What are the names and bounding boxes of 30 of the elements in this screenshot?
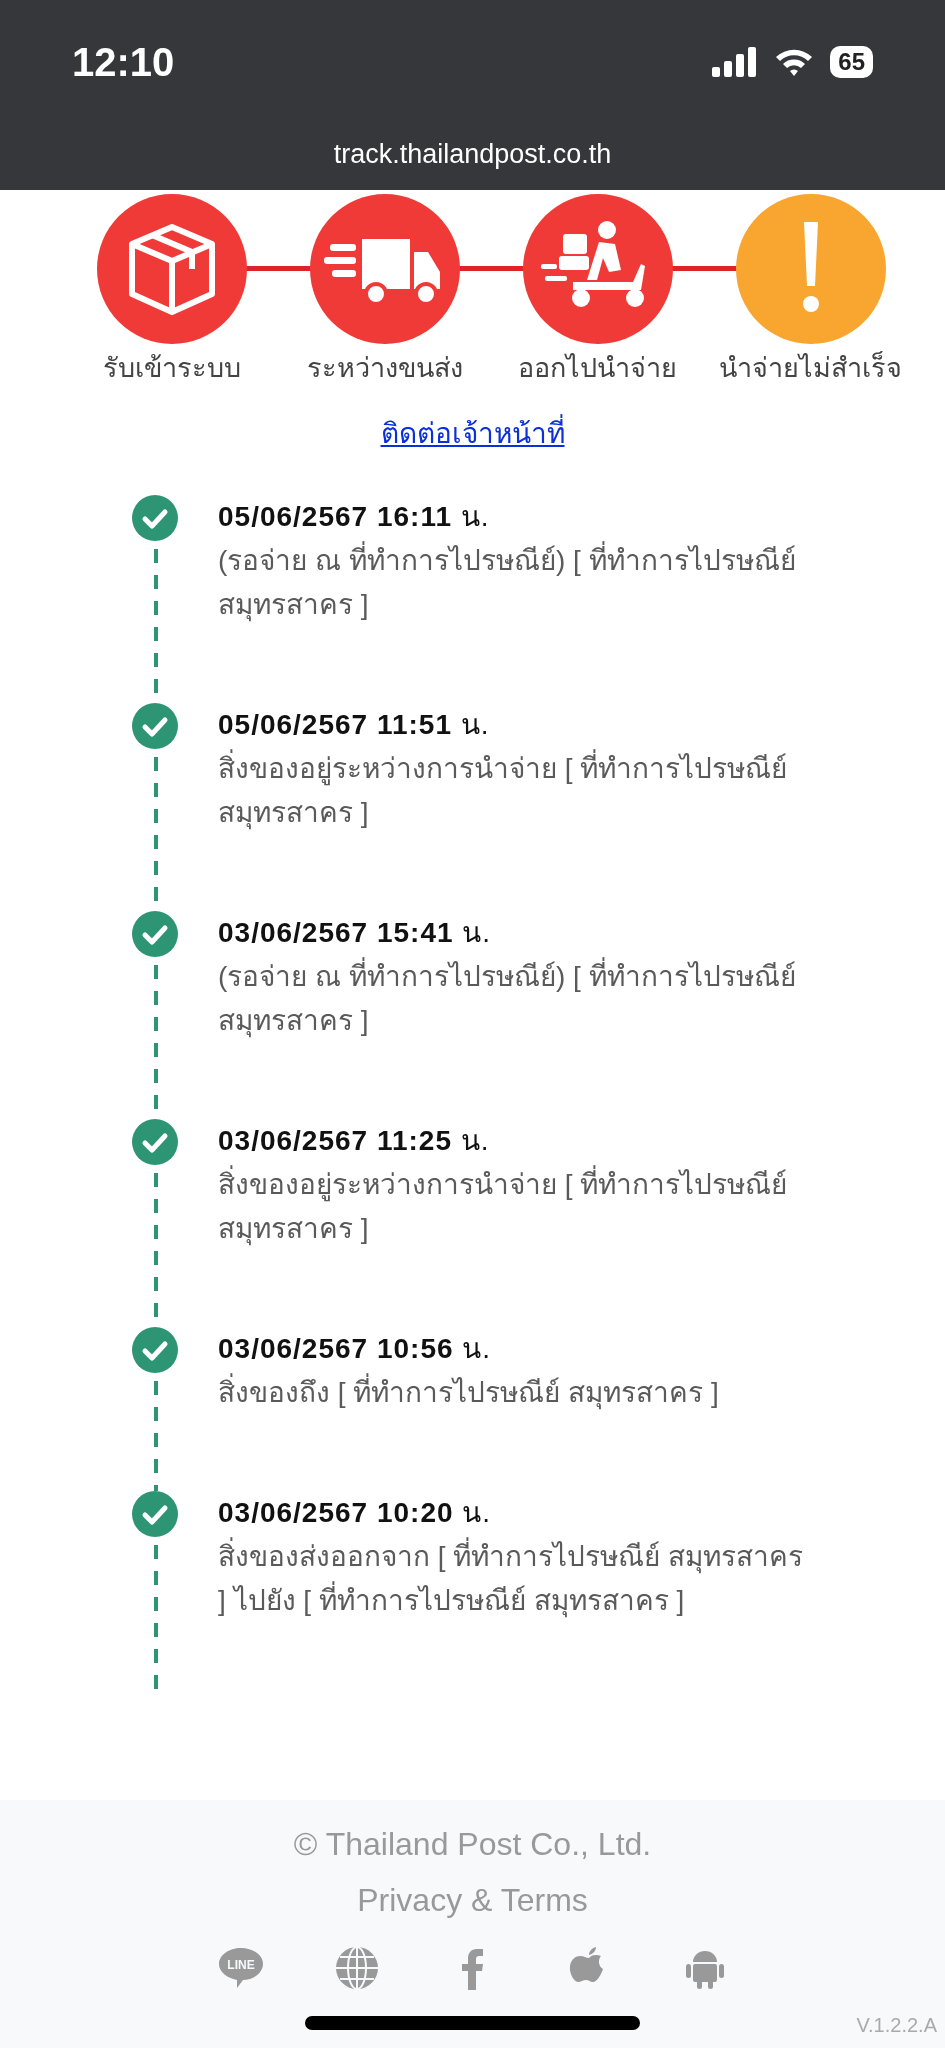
signal-icon (712, 47, 759, 77)
check-icon (132, 702, 178, 749)
check-icon (132, 910, 178, 957)
check-icon (132, 1326, 178, 1373)
status-description: สิ่งของอยู่ระหว่างการนำจ่าย [ ที่ทำการไปรษณีย์ สมุทรสาคร ] (218, 746, 818, 835)
check-icon (132, 1118, 178, 1165)
check-icon (132, 1490, 178, 1537)
status-description: สิ่งของอยู่ระหว่างการนำจ่าย [ ที่ทำการไปรษณีย์ สมุทรสาคร ] (218, 1162, 818, 1251)
copyright-text: © Thailand Post Co., Ltd. (293, 1825, 652, 1864)
privacy-link[interactable]: Privacy & Terms (357, 1872, 588, 1928)
step-label: ระหว่างขนส่ง (306, 352, 463, 385)
timestamp: 03/06/2567 10:20 น. (218, 1495, 493, 1530)
timestamp: 03/06/2567 15:41 น. (218, 915, 493, 950)
timestamp: 03/06/2567 11:25 น. (218, 1123, 491, 1158)
step-label: นำจ่ายไม่สำเร็จ (719, 350, 902, 385)
timestamp: 05/06/2567 16:11 น. (218, 499, 491, 534)
wifi-icon (774, 47, 815, 77)
clock: 12:10 (72, 39, 175, 86)
step-label: รับเข้าระบบ (102, 352, 241, 385)
check-icon (132, 494, 178, 541)
version-text: V.1.2.2.A (856, 2013, 937, 2038)
status-description: สิ่งของถึง [ ที่ทำการไปรษณีย์ สมุทรสาคร ] (218, 1370, 719, 1415)
status-description: สิ่งของส่งออกจาก [ ที่ทำการไปรษณีย์ สมุทรสาคร ] ไปยัง [ ที่ทำการไปรษณีย์ สมุทรสาคร ] (218, 1534, 818, 1623)
timestamp: 05/06/2567 11:51 น. (218, 707, 491, 742)
status-description: (รอจ่าย ณ ที่ทำการไปรษณีย์) [ ที่ทำการไปรษณีย์ สมุทรสาคร ] (218, 954, 818, 1043)
status-description: (รอจ่าย ณ ที่ทำการไปรษณีย์) [ ที่ทำการไปรษณีย์ สมุทรสาคร ] (218, 538, 818, 627)
battery-indicator: 65 (830, 46, 873, 78)
timestamp: 03/06/2567 10:56 น. (218, 1331, 493, 1366)
step-label: ออกไปนำจ่าย (518, 352, 677, 385)
address-bar-url: track.thailandpost.co.th (333, 137, 612, 171)
